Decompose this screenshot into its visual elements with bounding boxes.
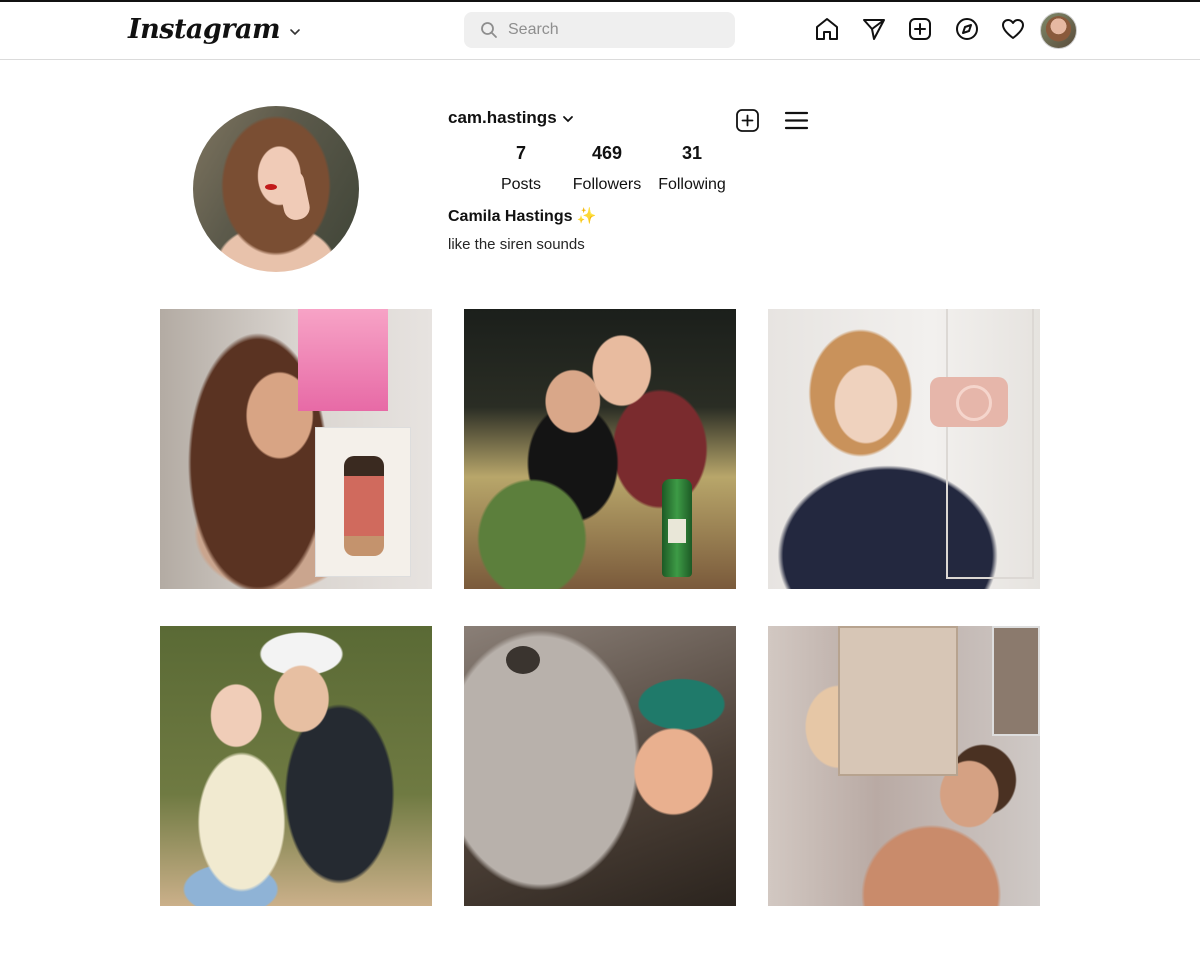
post-thumbnail[interactable] [768,626,1040,906]
activity-button[interactable] [999,15,1027,43]
activity-heart-icon [1002,19,1024,39]
followers-label: Followers [572,176,642,193]
posts-count: 7 [515,143,526,163]
posts-stat[interactable]: 7 Posts [488,143,554,194]
profile-username: cam.hastings [448,108,557,127]
profile-picture[interactable] [193,106,359,272]
post-image-detail [506,646,540,674]
home-button[interactable] [813,15,841,43]
search-box[interactable] [464,12,735,48]
search-icon [481,22,497,38]
profile-picture-detail [276,167,312,223]
followers-stat[interactable]: 469 Followers [566,143,648,194]
username-switcher[interactable]: cam.hastings [448,108,574,128]
new-post-button[interactable] [906,15,934,43]
profile-bio: like the siren sounds [448,236,585,253]
following-label: Following [658,176,726,193]
chevron-down-icon[interactable] [288,25,302,39]
post-thumbnail[interactable] [160,309,432,589]
direct-message-icon [862,19,885,40]
new-post-icon [909,18,931,40]
profile-avatar[interactable] [1040,12,1077,49]
followers-count: 469 [591,143,623,163]
menu-hamburger-icon[interactable] [784,108,809,133]
search-input[interactable] [508,21,708,39]
explore-button[interactable] [953,15,981,43]
post-image-detail [930,377,1008,427]
add-post-icon[interactable] [735,108,760,133]
post-thumbnail[interactable] [768,309,1040,589]
nav-icon-group [813,15,1046,43]
post-thumbnail[interactable] [464,626,736,906]
direct-messages-button[interactable] [860,15,888,43]
explore-icon [955,18,978,40]
profile-picture-detail [265,184,277,190]
following-count: 31 [681,143,703,163]
instagram-logo[interactable]: Instagram [128,14,281,45]
post-image-detail [662,479,692,577]
post-image-detail [315,427,411,577]
following-stat[interactable]: 31 Following [654,143,730,194]
posts-label: Posts [500,176,541,193]
chevron-down-icon [562,116,573,123]
post-thumbnail[interactable] [160,626,432,906]
post-image-detail [838,626,958,776]
logo-switcher[interactable]: Instagram [128,14,302,45]
post-image-detail [992,626,1040,736]
top-navigation-bar: Instagram [0,2,1200,60]
profile-full-name: Camila Hastings ✨ [448,208,597,225]
post-thumbnail[interactable] [464,309,736,589]
home-icon [816,18,838,40]
post-image-detail [946,309,1034,579]
post-image-detail [298,309,388,411]
